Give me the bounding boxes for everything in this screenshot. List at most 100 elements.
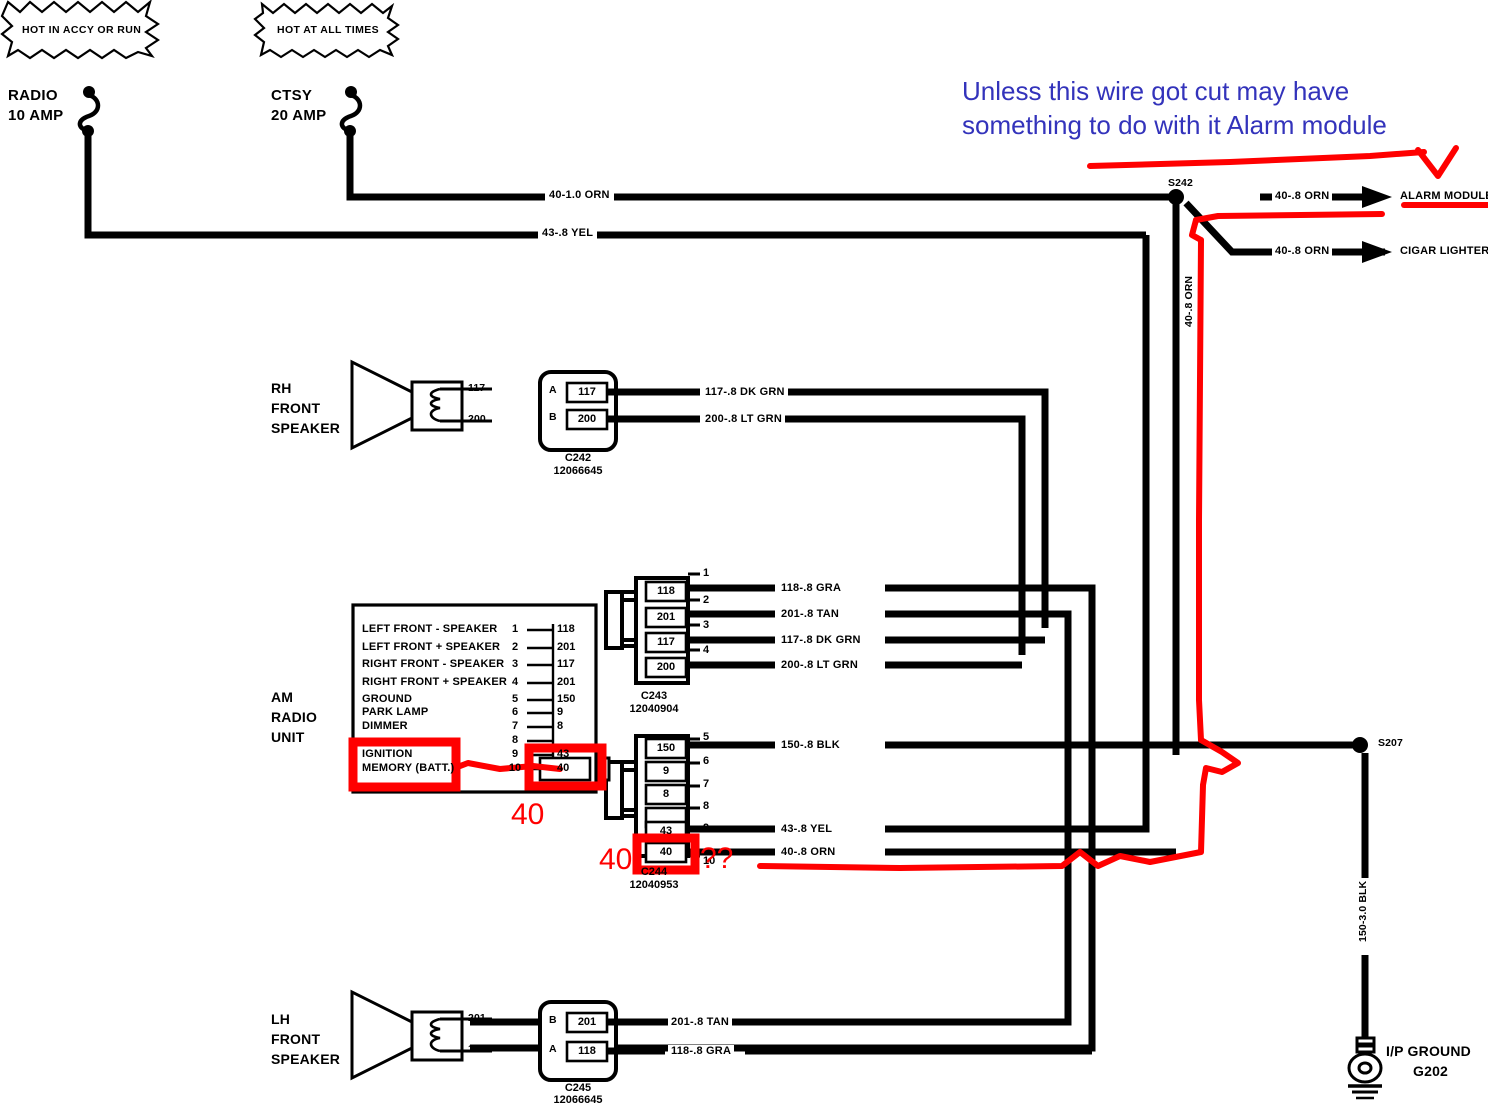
splice-label-s242: S242 [1168,177,1193,189]
c243-circuit-118: 118 [657,585,675,597]
radio-pin-circuit-7: 8 [557,720,564,732]
radio-pin-circuit-3: 117 [557,658,575,670]
wire-label-117-dk-grn: 117-.8 DK GRN [702,386,788,399]
fuse-name-ctsy: CTSY [271,87,313,104]
radio-pin-circuit-5: 150 [557,693,576,705]
wire-label-201-tan: 201-.8 TAN [778,608,843,621]
fuse-name-radio: RADIO [8,87,58,104]
radio-unit-name-3: UNIT [271,729,305,745]
radio-pin-circuit-4: 201 [557,676,576,688]
c243-part: 12040904 [629,703,679,715]
rh-speaker-name-3: SPEAKER [271,420,341,436]
c244-circuit-40: 40 [659,846,673,858]
radio-pin-name-7: DIMMER [362,720,408,732]
wire-label-201-tan-b: 201-.8 TAN [668,1016,733,1029]
wire-label-200-lt-grn-b: 200-.8 LT GRN [778,659,861,672]
destination-alarm-module: ALARM MODULE [1400,190,1488,202]
radio-pin-circuit-1: 118 [557,623,575,635]
wire-label-118-gra: 118-.8 GRA [778,582,845,595]
c243-cavity-number-4: 4 [703,644,710,656]
ground-label-line2: G202 [1413,1063,1449,1079]
wire-label-43-yel: 43-.8 YEL [538,227,598,240]
wire-label-117-dk-grn-b: 117-.8 DK GRN [778,634,864,647]
wire-label-200-lt-grn: 200-.8 LT GRN [702,413,785,426]
radio-pin-circuit-9: 43 [557,748,570,760]
radio-pin-number-5: 5 [511,693,519,705]
lh-speaker-terminal-2: 118 [468,1043,486,1055]
fuse-rating-radio: 10 AMP [8,107,64,124]
radio-pin-number-8: 8 [511,734,519,746]
radio-pin-circuit-2: 201 [557,641,576,653]
wire-label-150-blk-ground: 150-3.0 BLK [1357,877,1370,945]
radio-pin-number-9: 9 [511,748,519,760]
rh-speaker-terminal-1: 117 [468,382,486,394]
user-annotation-text: Unless this wire got cut may have someth… [962,76,1387,141]
lh-speaker-name-1: LH [271,1011,291,1027]
c244-circuit-9: 9 [662,765,670,777]
radio-pin-name-4: RIGHT FRONT + SPEAKER [362,676,508,688]
wire-label-40-1-0-orn: 40-1.0 ORN [545,189,614,202]
radio-unit-name-1: AM [271,689,294,705]
radio-pin-number-3: 3 [511,658,519,670]
radio-pin-circuit-10: 40 [557,762,570,774]
rh-speaker-terminal-2: 200 [468,413,486,425]
c245-part: 12066645 [553,1094,603,1104]
radio-pin-circuit-6: 9 [557,706,564,718]
c243-name: C243 [640,690,668,702]
c243-cavity-number-1: 1 [703,567,710,579]
radio-pin-name-1: LEFT FRONT - SPEAKER [362,623,498,635]
c242-cavity-letter-a: A [549,384,557,396]
c245-cavity-letter-a: A [549,1043,557,1055]
red-note-radio-40: 40 [511,798,545,831]
destination-cigar-lighter: CIGAR LIGHTER [1400,245,1488,257]
lh-speaker-name-2: FRONT [271,1031,321,1047]
radio-pin-number-7: 7 [511,720,519,732]
c242-name: C242 [564,452,592,464]
wiring-diagram-canvas: HOT IN ACCY OR RUN HOT AT ALL TIMES RADI… [0,0,1488,1104]
c243-cavity-number-3: 3 [703,619,710,631]
c245-circuit-118: 118 [578,1045,596,1057]
rh-speaker-name-1: RH [271,380,292,396]
radio-pin-number-4: 4 [511,676,519,688]
splice-label-s207: S207 [1378,737,1403,749]
c245-circuit-201: 201 [577,1016,597,1028]
rh-speaker-name-2: FRONT [271,400,321,416]
radio-pin-name-6: PARK LAMP [362,706,429,718]
fuse-rating-ctsy: 20 AMP [271,107,327,124]
radio-pin-name-5: GROUND [362,693,413,705]
c244-circuit-43: 43 [659,825,673,837]
c244-cavity-number-8: 8 [703,800,710,812]
c244-circuit-150: 150 [656,742,676,754]
wire-label-40-orn-b: 40-.8 ORN [778,846,839,859]
wire-label-118-gra-b: 118-.8 GRA [668,1045,735,1058]
lh-speaker-terminal-1: 201 [468,1012,486,1024]
radio-pin-name-9: IGNITION [362,748,413,760]
c244-cavity-number-5: 5 [703,731,710,743]
c245-name: C245 [564,1082,592,1094]
radio-pin-number-2: 2 [511,641,519,653]
c244-circuit-8: 8 [662,788,670,800]
wire-label-150-blk: 150-.8 BLK [778,739,843,752]
lh-speaker-name-3: SPEAKER [271,1051,341,1067]
c245-cavity-letter-b: B [549,1014,557,1026]
burst-label-hot-all: HOT AT ALL TIMES [277,24,380,36]
c242-part: 12066645 [553,465,603,477]
c244-cavity-number-6: 6 [703,755,710,767]
c242-circuit-117: 117 [578,386,596,398]
radio-pin-name-3: RIGHT FRONT - SPEAKER [362,658,505,670]
red-note-question: ?? [700,842,734,875]
wire-label-40-orn-vertical: 40-.8 ORN [1183,272,1196,330]
c243-circuit-201: 201 [656,611,676,623]
c243-circuit-117: 117 [657,636,675,648]
radio-pin-name-10: MEMORY (BATT.) [362,762,455,774]
c243-cavity-number-2: 2 [703,594,710,606]
radio-pin-number-10: 10 [508,762,522,774]
c242-cavity-letter-b: B [549,411,557,423]
c244-cavity-number-9: 9 [703,822,710,834]
radio-unit-name-2: RADIO [271,709,318,725]
c244-cavity-number-7: 7 [703,778,710,790]
radio-pin-number-6: 6 [511,706,519,718]
wire-label-43-yel-b: 43-.8 YEL [778,823,836,836]
wire-label-40-orn-alarm: 40-.8 ORN [1272,190,1333,203]
wire-label-40-orn-cigar: 40-.8 ORN [1272,245,1333,258]
